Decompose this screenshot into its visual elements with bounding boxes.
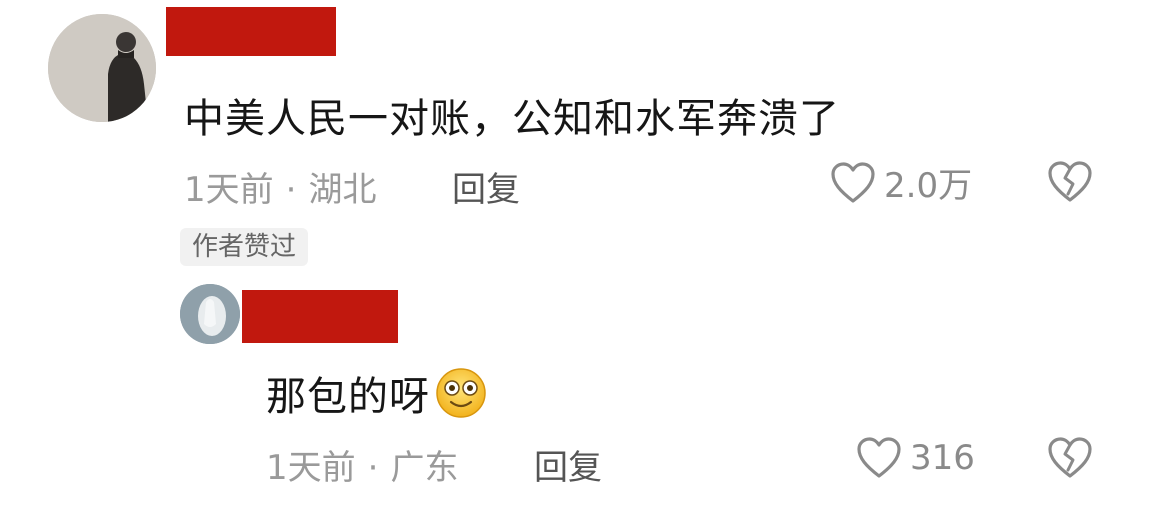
replier-avatar[interactable] <box>180 284 240 344</box>
reply-text-row: 那包的呀 <box>266 364 488 422</box>
reply-location: 广东 <box>390 448 459 488</box>
dislike-button[interactable] <box>1046 436 1094 484</box>
comment-text: 中美人民一对账，公知和水军奔溃了 <box>184 96 840 142</box>
heart-icon <box>831 161 875 203</box>
author-liked-badge: 作者赞过 <box>180 228 309 266</box>
like-button[interactable]: 316 <box>856 436 975 480</box>
meta-separator: · <box>285 170 297 210</box>
broken-heart-icon <box>1048 161 1092 202</box>
like-count: 2.0万 <box>884 166 973 206</box>
smiling-face-emoji-icon <box>436 368 486 418</box>
comment-time: 1天前 <box>184 170 274 210</box>
reply-time: 1天前 <box>266 448 356 488</box>
redacted-username <box>166 7 336 56</box>
person-silhouette-icon <box>48 14 156 122</box>
dislike-button[interactable] <box>1046 160 1094 208</box>
like-button[interactable]: 2.0万 <box>830 158 972 207</box>
reply-button[interactable]: 回复 <box>534 440 602 489</box>
commenter-avatar[interactable] <box>48 14 156 122</box>
reply-button[interactable]: 回复 <box>452 162 520 211</box>
like-count: 316 <box>910 438 975 478</box>
comment-meta: 1天前 · 湖北 <box>184 162 376 211</box>
hand-photo-icon <box>180 284 240 344</box>
redacted-username <box>242 290 398 343</box>
heart-icon <box>857 437 901 478</box>
reply-meta: 1天前 · 广东 <box>266 440 458 489</box>
meta-separator: · <box>367 448 379 488</box>
comment-location: 湖北 <box>308 170 377 210</box>
reply-text: 那包的呀 <box>266 374 430 420</box>
broken-heart-icon <box>1048 437 1092 478</box>
